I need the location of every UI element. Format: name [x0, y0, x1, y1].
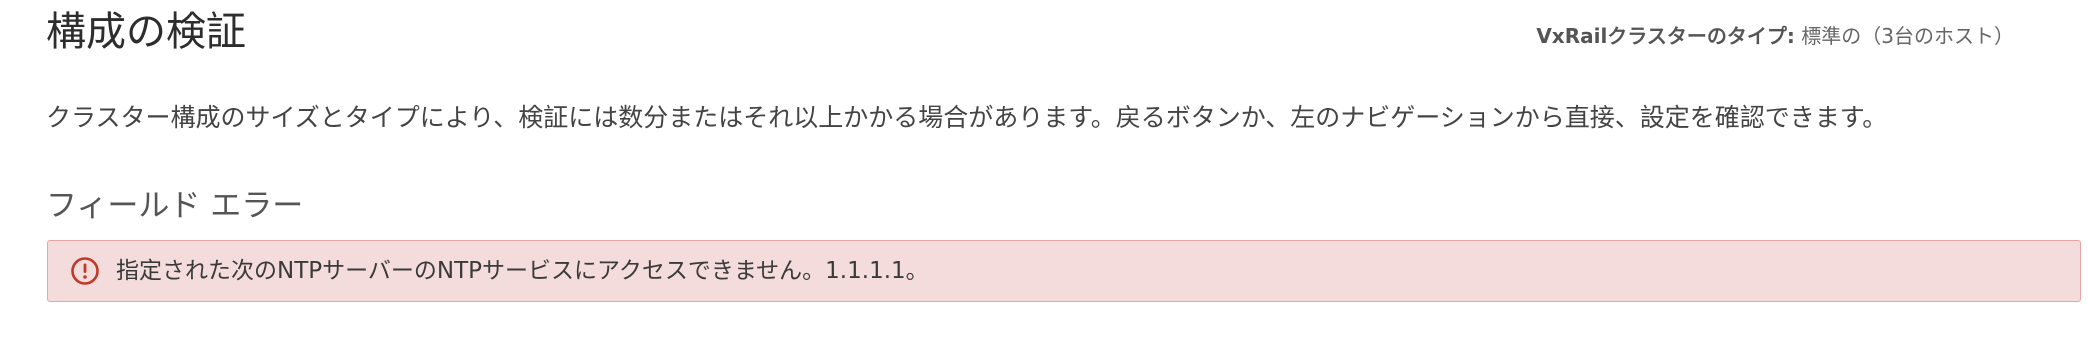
field-errors-heading: フィールド エラー — [46, 188, 304, 224]
cluster-type-info: VxRailクラスターのタイプ: 標準の（3台のホスト） — [1536, 22, 2014, 50]
error-message: 指定された次のNTPサーバーのNTPサービスにアクセスできません。1.1.1.1… — [116, 258, 929, 284]
validation-description: クラスター構成のサイズとタイプにより、検証には数分またはそれ以上かかる場合があり… — [46, 103, 1888, 132]
page-title: 構成の検証 — [46, 9, 246, 55]
cluster-type-value: 標準の（3台のホスト） — [1801, 24, 2014, 48]
alert-circle-icon — [70, 256, 100, 286]
validation-page: 構成の検証 VxRailクラスターのタイプ: 標準の（3台のホスト） クラスター… — [0, 0, 2088, 338]
error-banner: 指定された次のNTPサーバーのNTPサービスにアクセスできません。1.1.1.1… — [47, 240, 2081, 302]
cluster-type-label: VxRailクラスターのタイプ: — [1536, 24, 1795, 48]
